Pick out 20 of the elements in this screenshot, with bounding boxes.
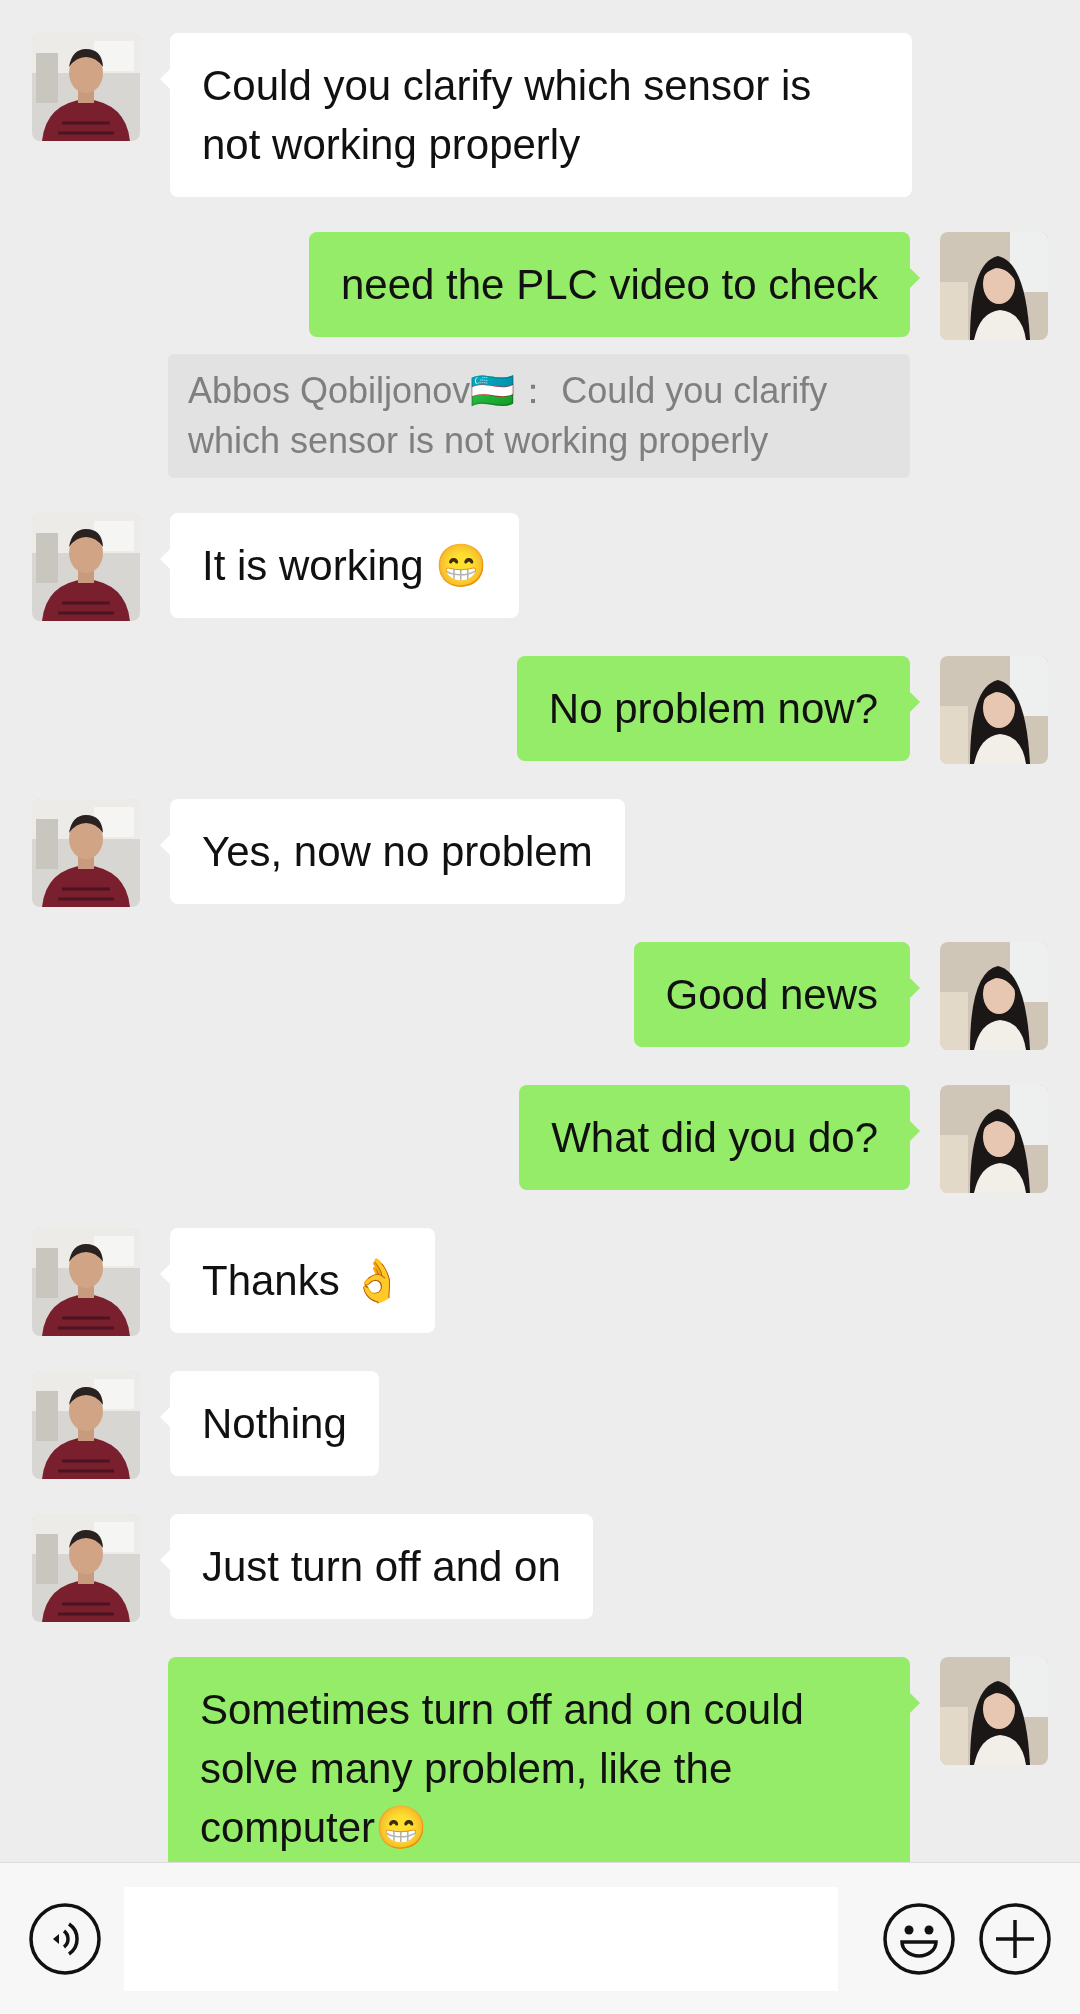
quoted-message: Abbos Qobiljonov🇺🇿： Could you clarify which sensor is not working properly bbox=[168, 354, 910, 478]
message-bubble: Thanks 👌 bbox=[170, 1228, 436, 1333]
voice-icon[interactable] bbox=[28, 1901, 102, 1976]
bubble-tail bbox=[910, 1121, 920, 1141]
message-bubble: It is working 😁 bbox=[170, 513, 520, 618]
bubble-tail bbox=[910, 692, 920, 712]
plus-icon[interactable] bbox=[978, 1901, 1052, 1976]
bubble-tail bbox=[910, 1693, 920, 1713]
message-bubble: Could you clarify which sensor is not working properly bbox=[170, 33, 912, 197]
bubble-tail bbox=[910, 978, 920, 998]
message-bubble: Just turn off and on bbox=[170, 1514, 593, 1619]
message-bubble: Yes, now no problem bbox=[170, 799, 625, 904]
message-bubble: No problem now? bbox=[516, 656, 910, 761]
bubble-tail bbox=[910, 268, 920, 288]
message-bubble: Nothing bbox=[170, 1371, 379, 1476]
message-bubble: need the PLC video to check bbox=[308, 232, 910, 337]
emoji-icon[interactable] bbox=[882, 1901, 956, 1976]
message-bubble: Good news bbox=[633, 942, 910, 1047]
message-bubble: What did you do? bbox=[519, 1085, 910, 1190]
message-bubble: Sometimes turn off and on could solve many problem, like the computer😁 bbox=[168, 1657, 910, 1862]
